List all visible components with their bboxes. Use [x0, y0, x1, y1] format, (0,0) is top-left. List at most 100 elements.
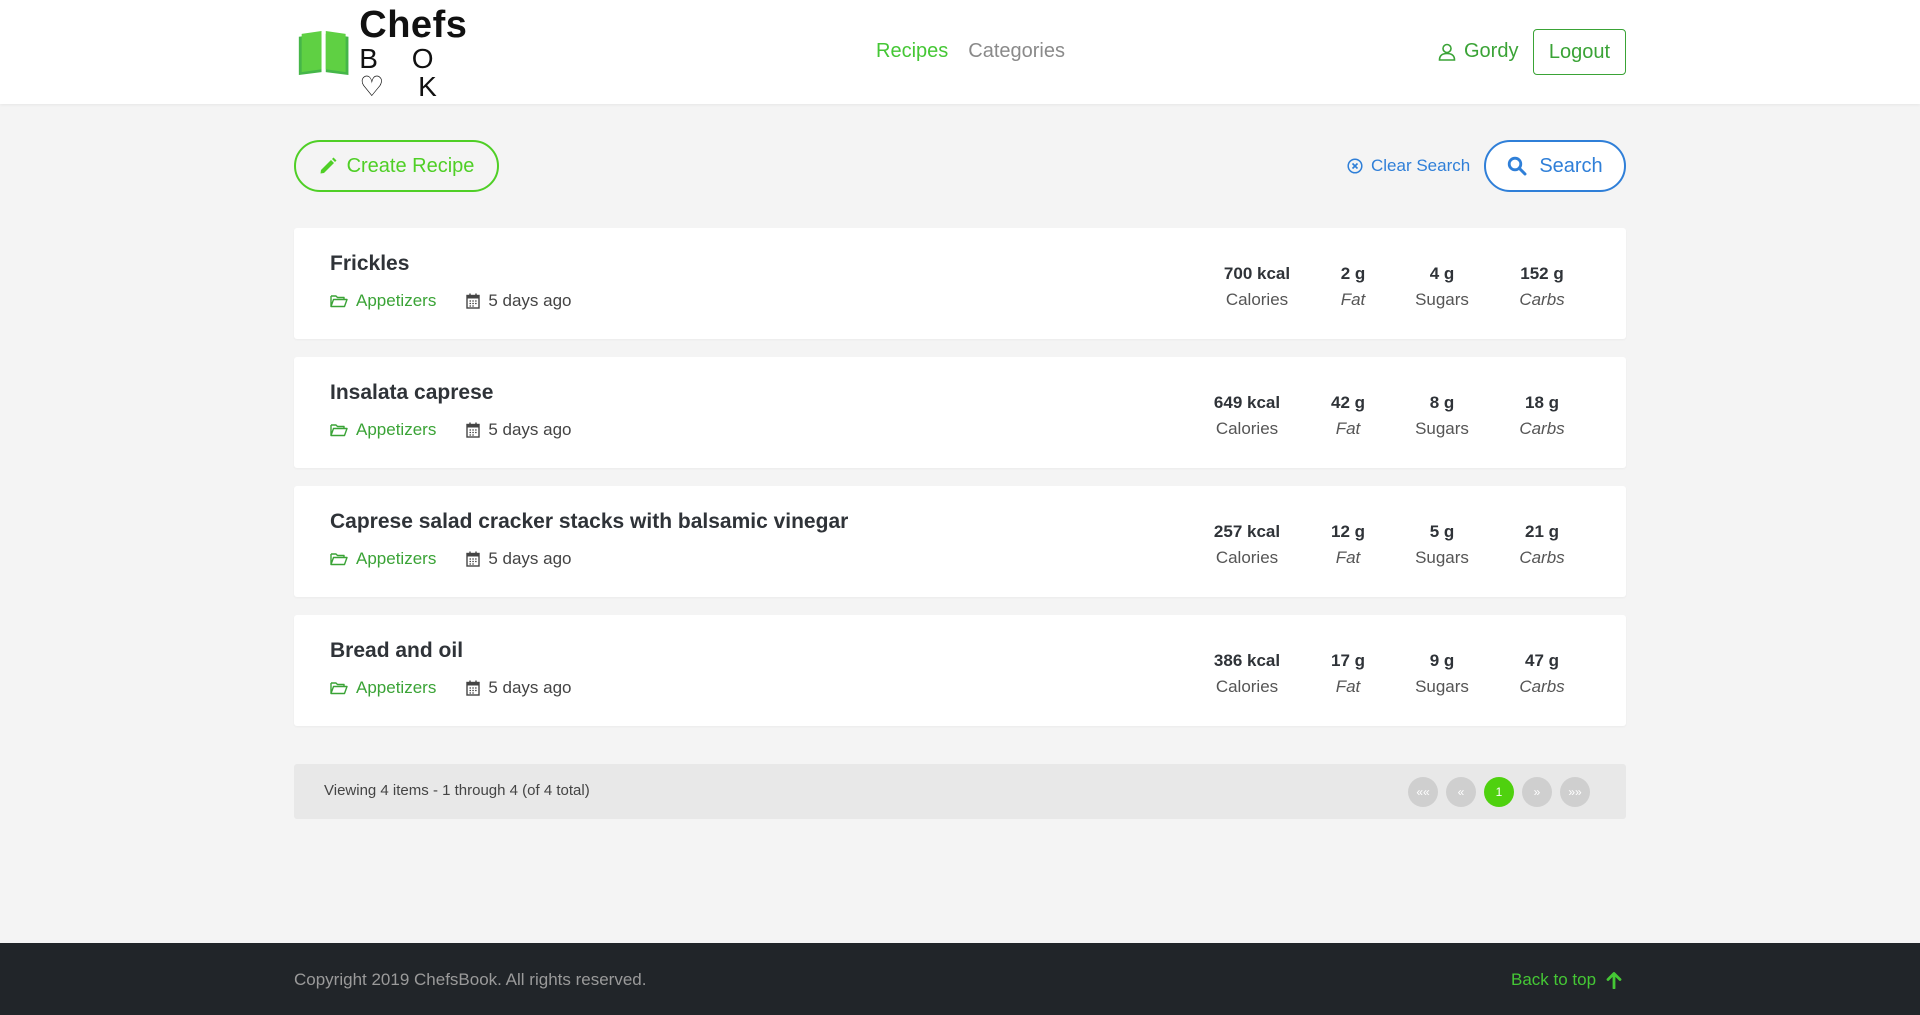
stat-carbs-value: 47 g [1524, 651, 1560, 670]
last-page-button[interactable]: »» [1560, 777, 1590, 807]
stat-calories-value: 649 kcal [1213, 393, 1281, 412]
stat-carbs: 152 g Carbs [1487, 261, 1597, 313]
back-to-top-label: Back to top [1511, 970, 1597, 989]
stat-calories-value: 386 kcal [1213, 651, 1281, 670]
stat-sugars: 5 g Sugars [1387, 519, 1497, 571]
stat-sugars: 4 g Sugars [1387, 261, 1497, 313]
search-icon [1508, 156, 1527, 176]
stat-sugars: 9 g Sugars [1387, 648, 1497, 700]
stat-sugars: 8 g Sugars [1387, 390, 1497, 442]
calendar-icon [466, 422, 481, 438]
stat-calories-label: Calories [1215, 419, 1279, 438]
folder-open-icon [330, 682, 348, 695]
calendar-icon [466, 680, 481, 696]
stat-calories: 700 kcal Calories [1202, 261, 1312, 313]
user-menu[interactable]: Gordy [1438, 40, 1518, 63]
recipe-date-label: 5 days ago [488, 420, 572, 439]
search-button[interactable]: Search [1484, 140, 1626, 192]
logout-button[interactable]: Logout [1533, 29, 1626, 75]
recipe-category-label: Appetizers [356, 420, 437, 439]
book-logo-icon [298, 31, 349, 75]
stat-calories-value: 257 kcal [1213, 522, 1281, 541]
back-to-top-link[interactable]: Back to top [1511, 970, 1622, 990]
brand-name-line1: Chefs [359, 3, 468, 46]
stat-calories: 386 kcal Calories [1192, 648, 1302, 700]
main-nav: Recipes Categories [876, 40, 1065, 63]
stat-sugars-value: 8 g [1429, 393, 1455, 412]
recipe-title[interactable]: Bread and oil [330, 639, 463, 663]
recipe-title[interactable]: Caprese salad cracker stacks with balsam… [330, 510, 848, 534]
brand-name-line2: B O ♡ K [359, 42, 450, 102]
nav-item-categories[interactable]: Categories [968, 40, 1065, 63]
brand-logo[interactable]: Chefs B O ♡ K [296, 6, 500, 100]
recipe-card[interactable]: Bread and oil Appetizers 5 days ago 386 … [294, 615, 1626, 726]
recipe-category-label: Appetizers [356, 678, 437, 697]
recipe-date: 5 days ago [466, 291, 572, 311]
recipe-card[interactable]: Caprese salad cracker stacks with balsam… [294, 486, 1626, 597]
stat-calories-label: Calories [1215, 677, 1279, 696]
recipe-category[interactable]: Appetizers [330, 678, 436, 698]
recipe-category[interactable]: Appetizers [330, 291, 436, 311]
stat-sugars-label: Sugars [1415, 419, 1469, 438]
stat-sugars-label: Sugars [1415, 548, 1469, 567]
pagination-bar: Viewing 4 items - 1 through 4 (of 4 tota… [294, 764, 1626, 819]
page-1-button[interactable]: 1 [1484, 777, 1514, 807]
footer: Copyright 2019 ChefsBook. All rights res… [0, 943, 1920, 1015]
header: Chefs B O ♡ K Recipes Categories Gordy L… [0, 0, 1920, 104]
recipe-title[interactable]: Frickles [330, 252, 409, 276]
recipe-category[interactable]: Appetizers [330, 420, 436, 440]
stat-carbs-value: 152 g [1520, 264, 1564, 283]
recipe-date-label: 5 days ago [488, 291, 572, 310]
stat-carbs-label: Carbs [1519, 548, 1565, 567]
close-circle-icon [1347, 158, 1363, 174]
stat-sugars-value: 5 g [1429, 522, 1455, 541]
recipe-category[interactable]: Appetizers [330, 549, 436, 569]
stat-carbs-value: 18 g [1524, 393, 1560, 412]
recipe-date: 5 days ago [466, 549, 572, 569]
recipe-date: 5 days ago [466, 420, 572, 440]
stat-calories: 257 kcal Calories [1192, 519, 1302, 571]
recipe-category-label: Appetizers [356, 549, 437, 568]
stat-carbs-value: 21 g [1524, 522, 1560, 541]
stat-carbs-label: Carbs [1519, 419, 1565, 438]
stat-sugars-label: Sugars [1415, 290, 1469, 309]
stat-sugars-label: Sugars [1415, 677, 1469, 696]
stat-carbs: 18 g Carbs [1487, 390, 1597, 442]
recipe-card[interactable]: Frickles Appetizers 5 days ago 700 kcal C… [294, 228, 1626, 339]
calendar-icon [466, 551, 481, 567]
stat-calories-label: Calories [1215, 548, 1279, 567]
stat-calories-label: Calories [1225, 290, 1289, 309]
user-name: Gordy [1464, 40, 1519, 62]
next-page-button[interactable]: » [1522, 777, 1552, 807]
first-page-button[interactable]: «« [1408, 777, 1438, 807]
stat-carbs-label: Carbs [1519, 677, 1565, 696]
pagination-info: Viewing 4 items - 1 through 4 (of 4 tota… [324, 782, 590, 799]
copyright-text: Copyright 2019 ChefsBook. All rights res… [294, 970, 647, 989]
stat-sugars-value: 9 g [1429, 651, 1455, 670]
clear-search-link[interactable]: Clear Search [1347, 156, 1470, 176]
calendar-icon [466, 293, 481, 309]
prev-page-button[interactable]: « [1446, 777, 1476, 807]
create-recipe-label: Create Recipe [346, 154, 475, 177]
clear-search-label: Clear Search [1371, 156, 1471, 175]
stat-carbs-label: Carbs [1519, 290, 1565, 309]
folder-open-icon [330, 295, 348, 308]
recipe-date-label: 5 days ago [488, 678, 572, 697]
stat-carbs: 47 g Carbs [1487, 648, 1597, 700]
arrow-up-icon [1606, 972, 1622, 989]
nav-item-recipes[interactable]: Recipes [876, 40, 948, 63]
recipe-card[interactable]: Insalata caprese Appetizers 5 days ago 6… [294, 357, 1626, 468]
folder-open-icon [330, 424, 348, 437]
stat-sugars-value: 4 g [1429, 264, 1455, 283]
user-icon [1438, 43, 1456, 61]
stat-calories: 649 kcal Calories [1192, 390, 1302, 442]
search-label: Search [1539, 154, 1603, 177]
recipe-title[interactable]: Insalata caprese [330, 381, 493, 405]
recipe-category-label: Appetizers [356, 291, 437, 310]
create-recipe-button[interactable]: Create Recipe [294, 140, 499, 192]
stat-carbs: 21 g Carbs [1487, 519, 1597, 571]
recipe-date-label: 5 days ago [488, 549, 572, 568]
pencil-icon [320, 157, 337, 174]
stat-calories-value: 700 kcal [1223, 264, 1291, 283]
folder-open-icon [330, 553, 348, 566]
